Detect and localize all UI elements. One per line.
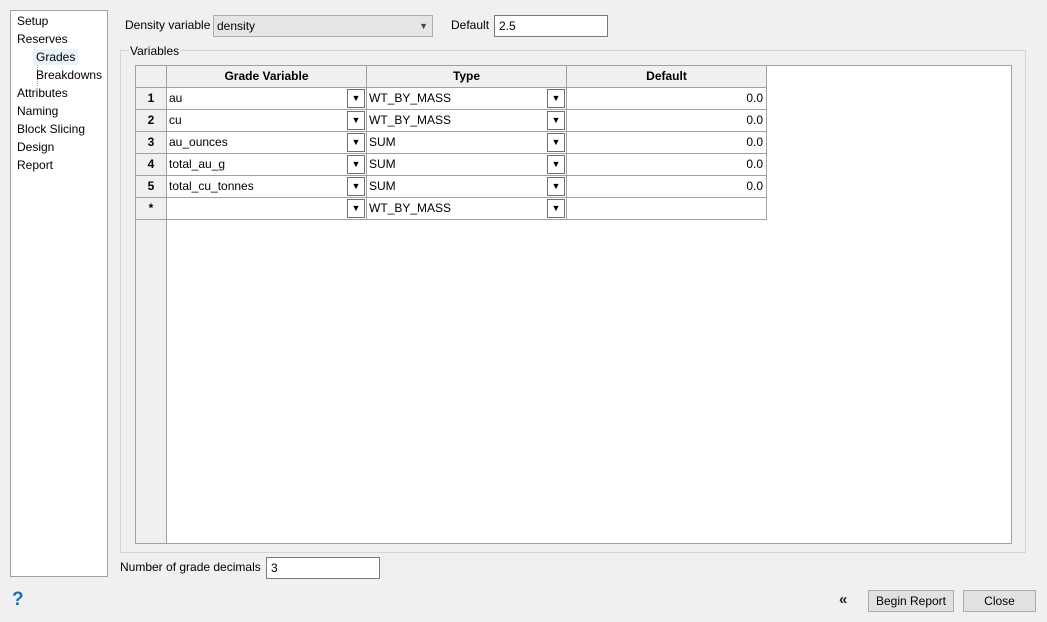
grade-variable-cell[interactable]: au_ounces ▼ [167, 132, 367, 154]
navigation-tree: Setup Reserves Grades Breakdowns Attribu… [10, 10, 108, 577]
density-default-input[interactable]: 2.5 [494, 15, 608, 37]
tree-item-report[interactable]: Report [17, 157, 53, 173]
help-icon[interactable]: ? [12, 589, 24, 611]
grade-decimals-input[interactable]: 3 [266, 557, 380, 579]
default-cell[interactable]: 0.0 [567, 176, 767, 198]
chevron-down-icon[interactable]: ▼ [547, 89, 565, 108]
type-cell[interactable]: WT_BY_MASS ▼ [367, 88, 567, 110]
type-value: WT_BY_MASS [369, 91, 452, 105]
chevron-down-icon[interactable]: ▼ [547, 155, 565, 174]
type-value: SUM [369, 135, 396, 149]
grade-variable-cell[interactable]: cu ▼ [167, 110, 367, 132]
chevron-down-icon[interactable]: ▼ [347, 89, 365, 108]
tree-item-naming[interactable]: Naming [17, 103, 58, 119]
density-default-label: Default [451, 18, 490, 32]
tree-item-block-slicing[interactable]: Block Slicing [17, 121, 85, 137]
grade-variable-value: total_cu_tonnes [169, 179, 254, 193]
grade-variable-value: total_au_g [169, 157, 226, 171]
tree-item-grades[interactable]: Grades [33, 49, 79, 65]
type-cell[interactable]: WT_BY_MASS ▼ [367, 110, 567, 132]
default-cell[interactable]: 0.0 [567, 154, 767, 176]
chevron-down-icon[interactable]: ▼ [347, 177, 365, 196]
type-value: SUM [369, 157, 396, 171]
tree-item-setup[interactable]: Setup [17, 13, 48, 29]
close-button[interactable]: Close [963, 590, 1036, 612]
grade-variable-value: au_ounces [169, 135, 228, 149]
density-variable-value: density [217, 19, 256, 33]
variables-grid: Grade Variable Type Default 1 au ▼ WT_BY… [135, 65, 1012, 544]
default-cell[interactable]: 0.0 [567, 132, 767, 154]
grade-variable-value: au [169, 91, 183, 105]
chevron-down-icon[interactable]: ▼ [547, 177, 565, 196]
row-number[interactable]: 1 [136, 88, 167, 110]
double-chevron-left-icon[interactable]: « [839, 591, 848, 609]
chevron-down-icon[interactable]: ▼ [347, 155, 365, 174]
grade-variable-cell[interactable]: ▼ [167, 198, 367, 220]
default-cell[interactable]: 0.0 [567, 110, 767, 132]
type-value: WT_BY_MASS [369, 113, 452, 127]
tree-item-reserves[interactable]: Reserves [17, 31, 68, 47]
tree-item-design[interactable]: Design [17, 139, 54, 155]
row-number[interactable]: 4 [136, 154, 167, 176]
chevron-down-icon[interactable]: ▼ [347, 199, 365, 218]
chevron-down-icon[interactable]: ▼ [347, 133, 365, 152]
type-cell[interactable]: WT_BY_MASS ▼ [367, 198, 567, 220]
begin-report-button[interactable]: Begin Report [868, 590, 954, 612]
tree-item-breakdowns[interactable]: Breakdowns [36, 67, 102, 83]
default-cell[interactable] [567, 198, 767, 220]
chevron-down-icon: ▼ [419, 21, 428, 31]
grade-variable-cell[interactable]: total_cu_tonnes ▼ [167, 176, 367, 198]
type-value: WT_BY_MASS [369, 201, 452, 215]
type-cell[interactable]: SUM ▼ [367, 176, 567, 198]
density-variable-label: Density variable [125, 18, 211, 32]
default-cell[interactable]: 0.0 [567, 88, 767, 110]
tree-item-attributes[interactable]: Attributes [17, 85, 68, 101]
chevron-down-icon[interactable]: ▼ [547, 111, 565, 130]
type-cell[interactable]: SUM ▼ [367, 132, 567, 154]
row-number[interactable]: 2 [136, 110, 167, 132]
density-variable-select[interactable]: density ▼ [213, 15, 433, 37]
grade-variable-cell[interactable]: au ▼ [167, 88, 367, 110]
grade-decimals-label: Number of grade decimals [120, 560, 261, 574]
chevron-down-icon[interactable]: ▼ [547, 133, 565, 152]
type-value: SUM [369, 179, 396, 193]
variables-group-title: Variables [129, 43, 181, 59]
row-number[interactable]: 5 [136, 176, 167, 198]
column-header-grade-variable[interactable]: Grade Variable [167, 66, 367, 88]
grade-variable-cell[interactable]: total_au_g ▼ [167, 154, 367, 176]
column-header-default[interactable]: Default [567, 66, 767, 88]
new-row-marker[interactable]: * [136, 198, 167, 220]
chevron-down-icon[interactable]: ▼ [547, 199, 565, 218]
row-number[interactable]: 3 [136, 132, 167, 154]
column-header-type[interactable]: Type [367, 66, 567, 88]
chevron-down-icon[interactable]: ▼ [347, 111, 365, 130]
grid-corner-cell [136, 66, 167, 88]
grade-variable-value: cu [169, 113, 182, 127]
type-cell[interactable]: SUM ▼ [367, 154, 567, 176]
